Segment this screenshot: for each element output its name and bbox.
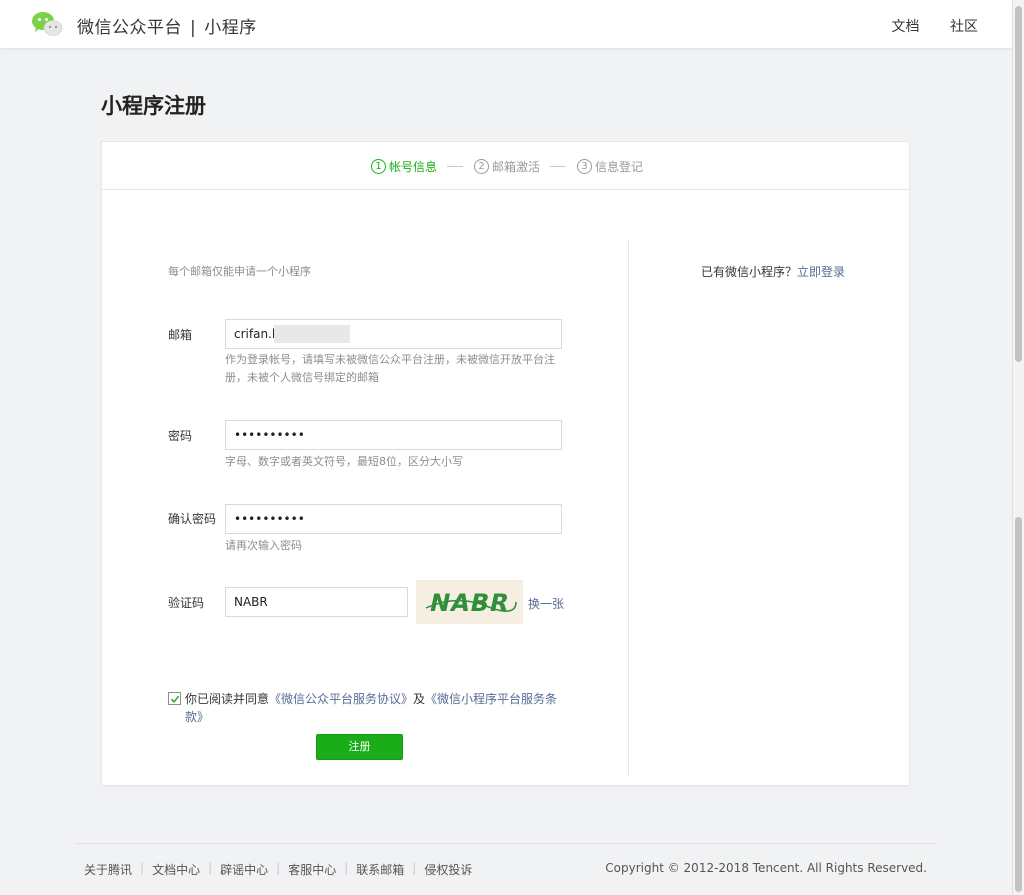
service-agreement-link[interactable]: 《微信公众平台服务协议》 <box>269 692 413 706</box>
top-bar: 微信公众平台 | 小程序 文档 社区 <box>0 0 1012 49</box>
brand-name: 微信公众平台 <box>77 18 182 38</box>
register-card: 1 帐号信息 2 邮箱激活 3 信息登记 每个邮箱仅能申请一个小程序 已有微信小… <box>101 141 910 786</box>
password-label: 密码 <box>168 429 193 443</box>
existing-account-tip: 已有微信小程序？立即登录 <box>701 263 845 280</box>
footer-link-infringement[interactable]: 侵权投诉 <box>424 861 472 878</box>
copyright: Copyright © 2012-2018 Tencent. All Right… <box>605 861 927 875</box>
brand-product: 小程序 <box>204 18 257 38</box>
wechat-logo-icon[interactable] <box>31 11 63 37</box>
agreement-prefix: 你已阅读并同意 <box>185 692 270 706</box>
agreement-checkbox[interactable] <box>168 692 181 705</box>
footer-divider <box>76 843 936 844</box>
register-button[interactable]: 注册 <box>316 734 403 760</box>
step-label: 帐号信息 <box>389 160 438 174</box>
step-email-activation: 2 邮箱激活 <box>474 158 540 175</box>
step-label: 邮箱激活 <box>492 160 541 174</box>
confirm-password-hint: 请再次输入密码 <box>225 539 302 552</box>
footer-separator: | <box>276 861 281 875</box>
step-label: 信息登记 <box>595 160 644 174</box>
page-scrollbar[interactable] <box>1012 0 1024 895</box>
step-connector <box>447 166 463 167</box>
step-connector <box>550 166 566 167</box>
email-input[interactable]: crifan.li@ <box>225 319 562 349</box>
confirm-password-value: •••••••••• <box>234 512 305 526</box>
confirm-password-label: 确认密码 <box>168 512 217 526</box>
scrollbar-thumb[interactable] <box>1015 6 1022 362</box>
refresh-captcha-link[interactable]: 换一张 <box>528 595 564 612</box>
nav-docs-link[interactable]: 文档 <box>892 19 920 35</box>
footer-link-about[interactable]: 关于腾讯 <box>84 861 132 878</box>
confirm-password-input[interactable]: •••••••••• <box>225 504 562 534</box>
password-value: •••••••••• <box>234 428 305 442</box>
page-title: 小程序注册 <box>101 94 206 118</box>
footer-separator: | <box>208 861 213 875</box>
nav-community-link[interactable]: 社区 <box>950 19 978 35</box>
existing-account-question: 已有微信小程序？ <box>701 265 798 279</box>
footer-link-rumors[interactable]: 辟谣中心 <box>220 861 268 878</box>
password-hint: 字母、数字或者英文符号，最短8位，区分大小写 <box>225 455 463 468</box>
agreement-join: 及 <box>413 692 426 706</box>
form-tip: 每个邮箱仅能申请一个小程序 <box>168 265 311 278</box>
step-number: 3 <box>577 159 592 174</box>
step-number: 2 <box>474 159 489 174</box>
email-hint: 作为登录帐号，请填写未被微信公众平台注册，未被微信开放平台注册，未被个人微信号绑… <box>225 353 555 384</box>
email-label: 邮箱 <box>168 328 193 342</box>
step-info-registration: 3 信息登记 <box>577 158 643 175</box>
scrollbar-thumb-lower[interactable] <box>1015 517 1022 892</box>
email-masked-region <box>274 325 350 343</box>
brand-title[interactable]: 微信公众平台 | 小程序 <box>77 13 257 38</box>
vertical-divider <box>628 239 629 777</box>
footer-link-email[interactable]: 联系邮箱 <box>356 861 404 878</box>
footer-link-support[interactable]: 客服中心 <box>288 861 336 878</box>
captcha-input[interactable]: NABR <box>225 587 408 617</box>
password-input[interactable]: •••••••••• <box>225 420 562 450</box>
login-link[interactable]: 立即登录 <box>797 265 845 279</box>
captcha-value: NABR <box>234 595 268 609</box>
step-number: 1 <box>371 159 386 174</box>
brand-separator: | <box>190 18 197 38</box>
footer-links: 关于腾讯 | 文档中心 | 辟谣中心 | 客服中心 | 联系邮箱 | 侵权投诉 <box>84 861 472 878</box>
footer-separator: | <box>344 861 349 875</box>
captcha-label: 验证码 <box>168 596 205 610</box>
captcha-image[interactable]: NABR <box>416 580 523 624</box>
agreement-text: 你已阅读并同意《微信公众平台服务协议》及《微信小程序平台服务条款》 <box>185 690 568 726</box>
footer-separator: | <box>412 861 417 875</box>
step-indicator: 1 帐号信息 2 邮箱激活 3 信息登记 <box>102 142 909 190</box>
step-account-info: 1 帐号信息 <box>371 158 437 175</box>
footer-link-docs[interactable]: 文档中心 <box>152 861 200 878</box>
check-icon <box>170 695 180 703</box>
agreement-row: 你已阅读并同意《微信公众平台服务协议》及《微信小程序平台服务条款》 <box>168 690 568 726</box>
top-nav: 文档 社区 <box>866 16 978 36</box>
footer-separator: | <box>140 861 145 875</box>
